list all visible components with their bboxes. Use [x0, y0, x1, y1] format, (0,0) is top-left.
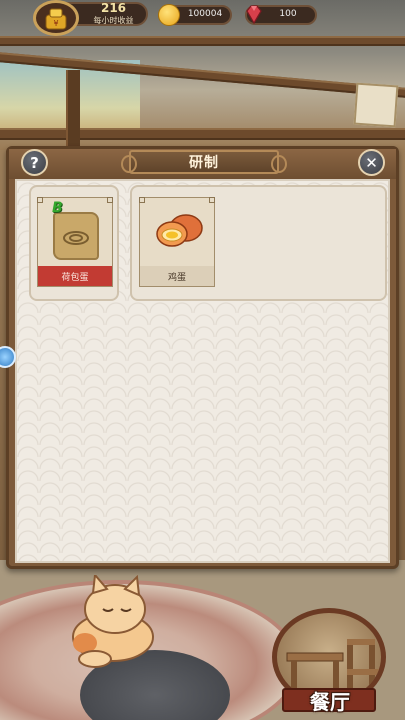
- ceiling-beam: [0, 36, 405, 46]
- income-value: 216: [100, 1, 127, 15]
- card-corner: [139, 197, 145, 203]
- recipe-card-egg[interactable]: 鸡蛋: [139, 197, 215, 287]
- recipe-name: 鸡蛋: [140, 266, 214, 286]
- help-button[interactable]: ?: [21, 149, 48, 176]
- recipe-card-fried-egg[interactable]: B 荷包蛋: [37, 197, 113, 287]
- dialog-body: B 荷包蛋 鸡蛋: [15, 179, 390, 563]
- recipe-slot: 鸡蛋: [130, 185, 387, 301]
- scroll-recipe-icon: [53, 212, 99, 260]
- wall-plaque: [353, 82, 399, 128]
- ruby-gem-icon: [246, 5, 262, 25]
- income-label: 每小时收益: [93, 16, 134, 25]
- card-corner: [209, 197, 215, 203]
- restaurant-label: 餐厅: [310, 690, 350, 714]
- gem-value: 100: [279, 9, 297, 19]
- egg-icon: [156, 214, 203, 247]
- card-corner: [107, 197, 113, 203]
- close-button[interactable]: ✕: [358, 149, 385, 176]
- gold-value: 100004: [187, 9, 223, 19]
- sleeping-cat-sprite[interactable]: [55, 575, 165, 670]
- wooden-post: [66, 70, 80, 150]
- recipe-slot: B 荷包蛋: [29, 185, 119, 301]
- gold-coin-icon: [158, 4, 180, 26]
- restaurant-button[interactable]: 餐厅: [268, 608, 392, 718]
- top-hud: ¥ 216 每小时收益 100004 100: [0, 0, 405, 36]
- ceiling-beam: [0, 128, 405, 140]
- card-corner: [37, 197, 43, 203]
- recipe-name: 荷包蛋: [38, 266, 112, 286]
- svg-text:¥: ¥: [53, 19, 58, 28]
- money-bag-icon[interactable]: ¥: [33, 0, 79, 36]
- grade-badge: B: [52, 200, 63, 216]
- dialog-title: 研制: [189, 155, 219, 171]
- title-plate: 研制: [121, 150, 287, 174]
- dialog-header: ? 研制 ✕: [9, 149, 396, 179]
- research-dialog: ? 研制 ✕ B 荷包蛋 鸡蛋: [6, 146, 399, 569]
